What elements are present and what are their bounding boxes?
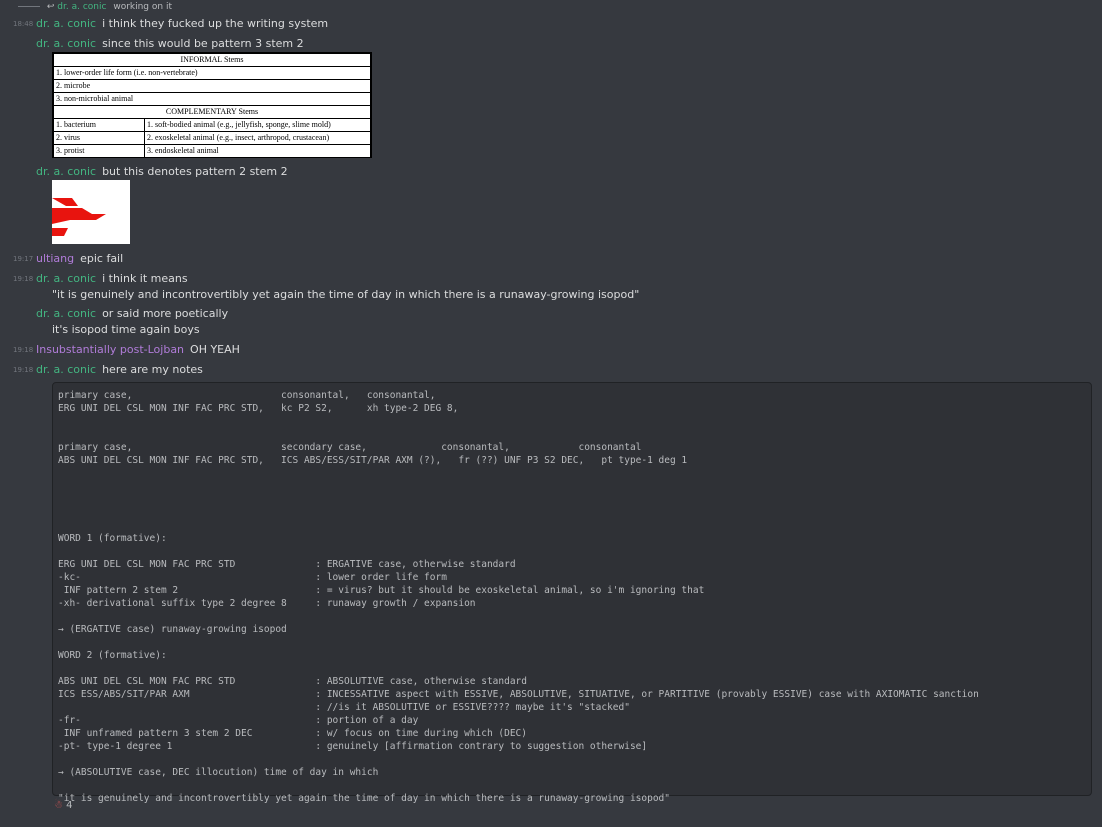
comp-cell: 2. virus [53, 131, 145, 145]
message-text: or said more poetically [102, 307, 229, 320]
message-text: OH YEAH [190, 343, 240, 356]
message: Insubstantially post-Lojban OH YEAH [36, 343, 240, 356]
timestamp: 19:17 [13, 255, 34, 263]
timestamp: 19:18 [13, 366, 34, 374]
author-name[interactable]: dr. a. conic [36, 165, 96, 178]
comp-cell: 1. bacterium [53, 118, 145, 132]
author-name[interactable]: dr. a. conic [36, 272, 96, 285]
comp-cell: 2. exoskeletal animal (e.g., insect, art… [144, 131, 371, 145]
author-name[interactable]: dr. a. conic [36, 37, 96, 50]
timestamp: 18:48 [13, 20, 34, 28]
message-text: i think they fucked up the writing syste… [102, 17, 329, 30]
comp-cell: 3. protist [53, 144, 145, 158]
stems-table-image[interactable]: INFORMAL Stems 1. lower-order life form … [52, 52, 372, 158]
reply-reference[interactable]: ↩ dr. a. conic working on it [18, 2, 172, 12]
message: dr. a. conic i think it means [36, 272, 188, 285]
author-name[interactable]: dr. a. conic [36, 17, 96, 30]
comp-cell: 1. soft-bodied animal (e.g., jellyfish, … [144, 118, 371, 132]
timestamp: 19:18 [13, 346, 34, 354]
message: ultiang epic fail [36, 252, 123, 265]
message: dr. a. conic since this would be pattern … [36, 37, 304, 50]
message: dr. a. conic but this denotes pattern 2 s… [36, 165, 288, 178]
author-name[interactable]: ultiang [36, 252, 74, 265]
message-text: i think it means [102, 272, 188, 285]
message: dr. a. conic here are my notes [36, 363, 203, 376]
message-text: here are my notes [102, 363, 203, 376]
reaction-button[interactable]: ☃ 4 [54, 800, 73, 811]
informal-row: 2. microbe [53, 79, 371, 93]
author-name[interactable]: Insubstantially post-Lojban [36, 343, 184, 356]
glyph-image[interactable] [52, 180, 130, 244]
reply-text: working on it [113, 2, 172, 12]
informal-header: INFORMAL Stems [53, 53, 371, 67]
author-name[interactable]: dr. a. conic [36, 307, 96, 320]
message-text: since this would be pattern 3 stem 2 [102, 37, 304, 50]
message-text: epic fail [80, 252, 124, 265]
informal-row: 3. non-microbial animal [53, 92, 371, 106]
message-text: but this denotes pattern 2 stem 2 [102, 165, 288, 178]
red-glyph-icon [52, 198, 106, 236]
comp-cell: 3. endoskeletal animal [144, 144, 371, 158]
message-continuation: it's isopod time again boys [52, 323, 200, 336]
message-continuation: "it is genuinely and incontrovertibly ye… [52, 288, 640, 301]
message: dr. a. conic or said more poetically [36, 307, 228, 320]
author-name[interactable]: dr. a. conic [36, 363, 96, 376]
message: dr. a. conic i think they fucked up the w… [36, 17, 328, 30]
reply-author[interactable]: dr. a. conic [57, 2, 106, 12]
emoji-reaction-icon: ☃ [54, 800, 63, 811]
notes-code-text: primary case, consonantal, consonantal, … [58, 390, 979, 804]
timestamp: 19:18 [13, 275, 34, 283]
notes-code-block[interactable]: primary case, consonantal, consonantal, … [52, 382, 1092, 804]
informal-row: 1. lower-order life form (i.e. non-verte… [53, 66, 371, 80]
reply-spine [18, 6, 40, 7]
reply-arrow-icon: ↩ [46, 2, 55, 12]
complementary-header: COMPLEMENTARY Stems [53, 105, 371, 119]
reaction-count: 4 [66, 800, 73, 811]
